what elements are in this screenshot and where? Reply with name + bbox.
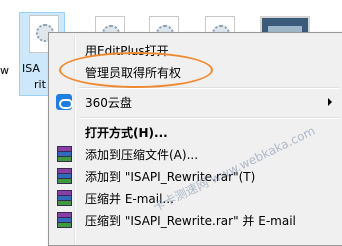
menu-item-compress-rar-email[interactable]: 压缩到 "ISAPI_Rewrite.rar" 并 E-mail <box>51 209 340 231</box>
submenu-arrow-icon <box>328 98 332 106</box>
rar-icon <box>56 168 72 184</box>
selected-file-label-1: ISA <box>22 62 40 75</box>
menu-item-label: 打开方式(H)... <box>85 126 168 140</box>
menu-item-label: 360云盘 <box>85 96 132 110</box>
menu-item-label: 添加到压缩文件(A)... <box>85 148 199 162</box>
partial-file-label: w <box>0 64 9 77</box>
rar-icon <box>56 190 72 206</box>
selected-file-label-2: rit <box>34 78 46 91</box>
highlight-ellipse <box>59 52 213 88</box>
menu-item-360-cloud[interactable]: 360云盘 <box>51 91 340 113</box>
menu-separator <box>79 117 339 119</box>
menu-item-label: 压缩到 "ISAPI_Rewrite.rar" 并 E-mail <box>85 214 296 228</box>
rar-icon <box>56 146 72 162</box>
cloud-360-icon <box>56 94 73 110</box>
rar-icon <box>56 212 72 228</box>
